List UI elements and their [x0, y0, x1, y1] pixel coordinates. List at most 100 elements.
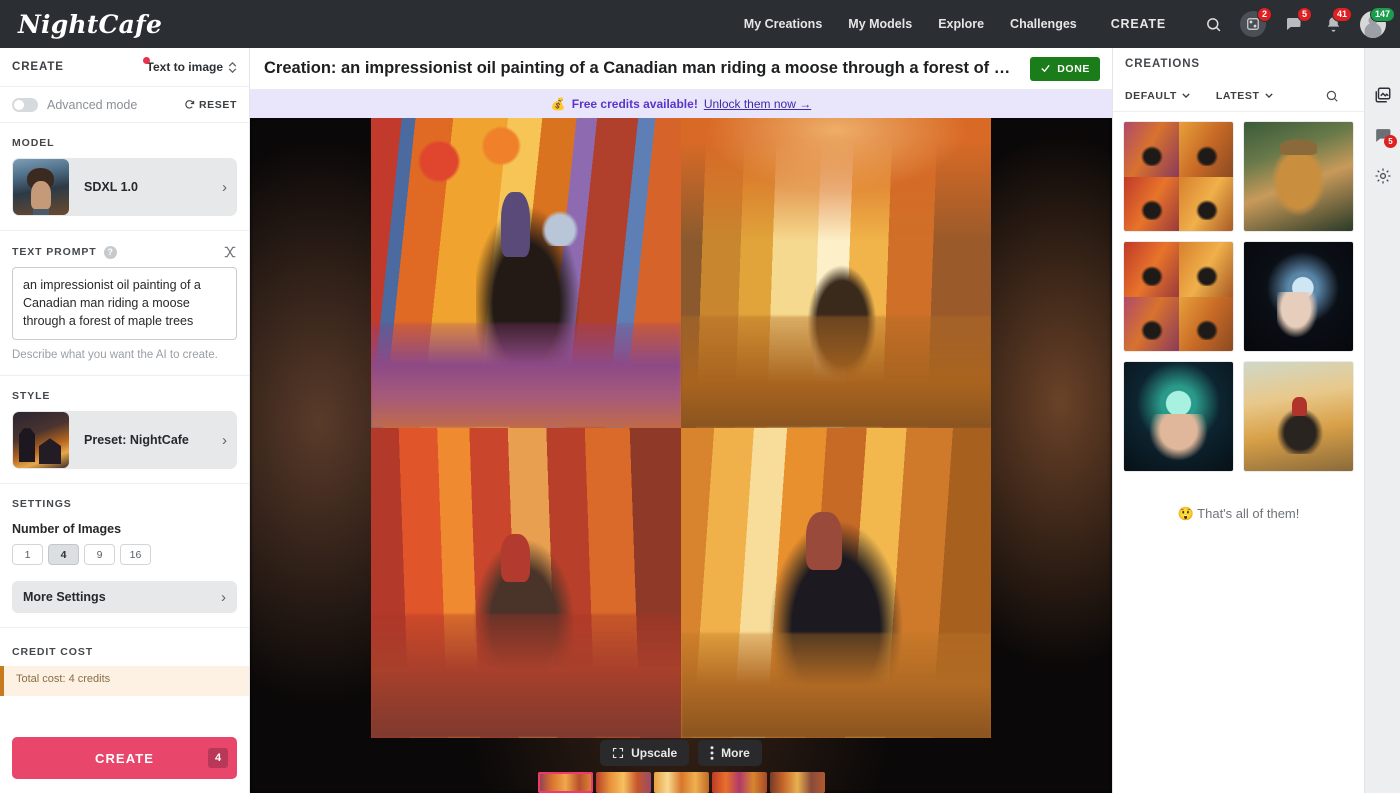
- result-tile-4[interactable]: [681, 428, 991, 738]
- result-tile-3[interactable]: [371, 428, 681, 738]
- creation-moose-rider[interactable]: [1243, 361, 1354, 472]
- sidebar-create-label: CREATE: [12, 61, 64, 73]
- done-button[interactable]: DONE: [1030, 56, 1100, 81]
- dice-badge: 2: [1256, 7, 1272, 22]
- number-option-1[interactable]: 1: [12, 544, 43, 566]
- creation-orb-hands[interactable]: [1123, 361, 1234, 472]
- style-selector[interactable]: Preset: NightCafe ›: [12, 411, 237, 470]
- model-selector[interactable]: SDXL 1.0 ›: [12, 158, 237, 216]
- mode-selector[interactable]: Text to image: [142, 57, 237, 74]
- creation-title-bar: Creation: an impressionist oil painting …: [250, 48, 1112, 90]
- create-button-container: CREATE 4: [0, 727, 249, 793]
- upscale-button[interactable]: Upscale: [600, 740, 690, 766]
- filmstrip: [537, 772, 825, 793]
- result-tile-1[interactable]: [371, 118, 681, 428]
- search-icon[interactable]: [1200, 11, 1226, 37]
- prompt-input[interactable]: an impressionist oil painting of a Canad…: [12, 267, 237, 341]
- number-of-images-label: Number of Images: [12, 522, 122, 537]
- number-option-4[interactable]: 4: [48, 544, 79, 566]
- quad-cell: [1124, 242, 1179, 297]
- model-section: MODEL SDXL 1.0 ›: [0, 123, 249, 216]
- filmstrip-item-1[interactable]: [537, 772, 593, 793]
- advanced-mode-row: Advanced mode RESET: [0, 87, 249, 123]
- more-settings-label: More Settings: [23, 590, 106, 605]
- tile-2-subject: [805, 260, 880, 385]
- app-root: NightCafe My Creations My Models Explore…: [0, 0, 1400, 793]
- nav-my-models[interactable]: My Models: [848, 17, 912, 31]
- number-option-16[interactable]: 16: [120, 544, 151, 566]
- image-canvas: Upscale More: [250, 118, 1112, 793]
- creation-moose-grid-2[interactable]: [1123, 241, 1234, 352]
- sidebar-scroll: CREATE Text to image Advanced mode RESET…: [0, 48, 249, 793]
- result-tile-2[interactable]: [681, 118, 991, 428]
- filmstrip-item-4[interactable]: [711, 772, 767, 793]
- nav-explore[interactable]: Explore: [938, 17, 984, 31]
- filmstrip-item-3[interactable]: [653, 772, 709, 793]
- quad-cell: [1178, 296, 1233, 351]
- nav-challenges[interactable]: Challenges: [1010, 17, 1077, 31]
- prompt-helper-text: Describe what you want the AI to create.: [12, 349, 218, 362]
- help-icon[interactable]: ?: [103, 245, 117, 259]
- chat-badge: 5: [1296, 7, 1312, 22]
- avatar[interactable]: 147: [1360, 7, 1395, 38]
- model-name: SDXL 1.0: [84, 180, 138, 194]
- create-button-count: 4: [208, 748, 228, 768]
- style-section: STYLE Preset: NightCafe ›: [0, 376, 249, 470]
- gear-icon[interactable]: [1374, 167, 1392, 185]
- chevron-down-icon-sort: [1264, 93, 1273, 98]
- quad-thumbnail: [1124, 122, 1233, 231]
- nav-icon-group: 2 5 41 147: [1200, 7, 1395, 38]
- style-thumbnail: [13, 412, 69, 469]
- filmstrip-item-2[interactable]: [595, 772, 651, 793]
- settings-section-title: SETTINGS: [12, 498, 72, 511]
- sort-dropdown[interactable]: LATEST: [1216, 90, 1273, 102]
- style-section-title: STYLE: [12, 390, 51, 403]
- create-button[interactable]: CREATE 4: [12, 737, 237, 779]
- quad-thumbnail-2: [1124, 242, 1233, 351]
- canvas-bottom-bar: Upscale More: [250, 740, 1112, 793]
- creation-dog-hat[interactable]: [1243, 121, 1354, 232]
- unlock-credits-link[interactable]: Unlock them now →: [704, 97, 811, 111]
- reset-button[interactable]: RESET: [184, 99, 237, 111]
- credits-badge: 147: [1369, 7, 1395, 22]
- body-row: CREATE Text to image Advanced mode RESET…: [0, 48, 1400, 793]
- more-label: More: [721, 746, 750, 760]
- filter-dropdown[interactable]: DEFAULT: [1125, 90, 1190, 102]
- nav-my-creations[interactable]: My Creations: [744, 17, 823, 31]
- chevron-right-icon-style: ›: [222, 431, 227, 449]
- prompt-section-title: TEXT PROMPT: [12, 246, 97, 258]
- bell-icon[interactable]: 41: [1320, 7, 1352, 37]
- bell-badge: 41: [1331, 7, 1352, 22]
- nav-links: My Creations My Models Explore Challenge…: [744, 17, 1077, 31]
- chat-support-icon[interactable]: 5: [1373, 126, 1397, 148]
- creation-moon-hand[interactable]: [1243, 241, 1354, 352]
- right-panel: CREATIONS DEFAULT LATEST 😲 That's all of…: [1112, 48, 1400, 793]
- dice-icon[interactable]: 2: [1240, 7, 1272, 37]
- advanced-mode-toggle[interactable]: [12, 97, 38, 112]
- creation-moose-grid-1[interactable]: [1123, 121, 1234, 232]
- creations-search-icon[interactable]: [1325, 89, 1339, 103]
- number-option-9[interactable]: 9: [84, 544, 115, 566]
- tile-4-subject: [761, 508, 911, 701]
- check-icon: [1041, 64, 1050, 73]
- create-button-label: CREATE: [94, 750, 155, 766]
- more-settings-button[interactable]: More Settings ›: [12, 581, 237, 614]
- result-grid: [371, 118, 991, 738]
- sort-label: LATEST: [1215, 89, 1260, 102]
- chevron-up-down-icon: [228, 61, 237, 73]
- nightcafe-logo[interactable]: NightCafe: [18, 10, 162, 39]
- new-indicator-dot: [142, 57, 150, 64]
- more-button[interactable]: More: [698, 740, 762, 766]
- creations-title: CREATIONS: [1125, 58, 1200, 70]
- chat-icon[interactable]: 5: [1280, 7, 1312, 37]
- shuffle-icon[interactable]: [223, 245, 237, 259]
- gallery-icon[interactable]: [1374, 86, 1392, 104]
- end-of-list-message: 😲 That's all of them!: [1177, 506, 1300, 521]
- tile-3-subject: [470, 527, 582, 689]
- nav-create-button[interactable]: CREATE: [1111, 17, 1166, 31]
- filmstrip-item-5[interactable]: [769, 772, 825, 793]
- canvas-action-buttons: Upscale More: [600, 740, 762, 766]
- quad-cell: [1178, 242, 1233, 297]
- number-of-images-options: 1 4 9 16: [12, 544, 237, 566]
- center-panel: Creation: an impressionist oil painting …: [250, 48, 1112, 793]
